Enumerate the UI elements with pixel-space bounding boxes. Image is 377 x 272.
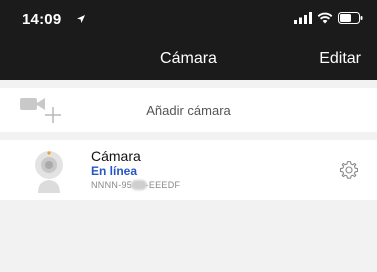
device-status: En línea	[91, 164, 138, 178]
edit-button[interactable]: Editar	[319, 50, 361, 68]
location-arrow-icon	[77, 15, 85, 23]
add-camera-label: Añadir cámara	[146, 103, 231, 118]
signal-icon	[294, 12, 312, 24]
battery-icon	[338, 12, 363, 24]
device-id-redaction	[131, 180, 147, 190]
status-icons	[294, 12, 363, 24]
gear-icon[interactable]	[339, 160, 359, 180]
device-row[interactable]: Cámara En línea NNNN-95 99-EEEDF	[0, 140, 377, 200]
webcam-icon	[35, 151, 63, 193]
status-time: 14:09	[22, 11, 62, 28]
top-bar: 14:09 Cámara Editar	[0, 0, 377, 80]
device-name: Cámara	[91, 148, 141, 164]
add-camera-button[interactable]: Añadir cámara	[0, 88, 377, 132]
wifi-icon	[317, 12, 333, 24]
